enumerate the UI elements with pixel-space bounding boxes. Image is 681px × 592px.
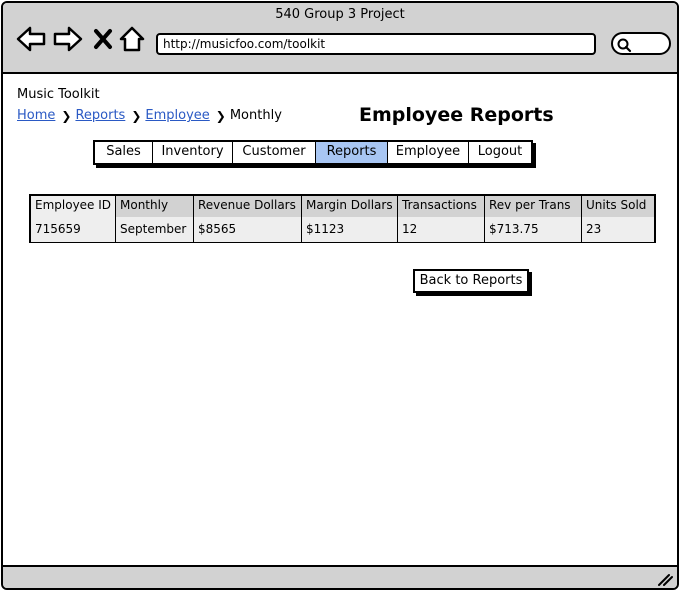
page-title: Employee Reports [359, 104, 554, 126]
employee-report-table: Employee ID Monthly Revenue Dollars Marg… [29, 194, 656, 243]
browser-search-box[interactable] [611, 32, 671, 55]
tab-inventory[interactable]: Inventory [153, 142, 233, 163]
column-header-margin-dollars: Margin Dollars [302, 196, 398, 217]
chevron-right-icon: ❯ [215, 108, 226, 123]
breadcrumb-home[interactable]: Home [17, 108, 55, 123]
cell-revenue-dollars: $8565 [194, 217, 302, 242]
breadcrumb-reports[interactable]: Reports [75, 108, 125, 123]
column-header-units-sold: Units Sold [582, 196, 654, 217]
table-row: 715659 September $8565 $1123 12 $713.75 … [31, 217, 654, 242]
window-title: 540 Group 3 Project [275, 7, 405, 22]
table-header-row: Employee ID Monthly Revenue Dollars Marg… [31, 196, 654, 217]
cell-rev-per-trans: $713.75 [485, 217, 582, 242]
status-bar [3, 565, 677, 588]
column-header-transactions: Transactions [398, 196, 485, 217]
back-arrow-icon[interactable] [16, 25, 46, 53]
column-header-monthly: Monthly [116, 196, 194, 217]
cell-units-sold: 23 [586, 222, 602, 236]
back-to-reports-button[interactable]: Back to Reports [413, 269, 529, 293]
address-bar[interactable]: http://musicfoo.com/toolkit [156, 33, 596, 55]
resize-grip-icon[interactable] [657, 572, 673, 586]
cell-transactions: 12 [398, 217, 485, 242]
main-nav-tabs: Sales Inventory Customer Reports Employe… [93, 140, 533, 165]
cell-margin-dollars: $1123 [302, 217, 398, 242]
home-icon[interactable] [119, 25, 145, 53]
stop-icon[interactable] [92, 25, 114, 53]
breadcrumb: Home ❯ Reports ❯ Employee ❯ Monthly [17, 108, 282, 123]
tab-sales[interactable]: Sales [95, 142, 153, 163]
app-title: Music Toolkit [17, 87, 100, 102]
cell-monthly: September [116, 217, 194, 242]
tab-customer[interactable]: Customer [233, 142, 316, 163]
column-header-rev-per-trans: Rev per Trans [485, 196, 582, 217]
forward-arrow-icon[interactable] [53, 25, 83, 53]
chevron-right-icon: ❯ [61, 108, 72, 123]
browser-window: 540 Group 3 Project http://musicfoo.com/… [1, 1, 679, 590]
breadcrumb-employee[interactable]: Employee [145, 108, 209, 123]
breadcrumb-current: Monthly [229, 108, 282, 123]
tab-logout[interactable]: Logout [469, 142, 531, 163]
column-header-employee-id: Employee ID [31, 196, 116, 217]
browser-chrome: 540 Group 3 Project http://musicfoo.com/… [3, 3, 677, 74]
chevron-right-icon: ❯ [131, 108, 142, 123]
cell-employee-id: 715659 [31, 217, 116, 242]
tab-reports[interactable]: Reports [316, 142, 388, 163]
search-icon [617, 38, 632, 53]
column-header-revenue-dollars: Revenue Dollars [194, 196, 302, 217]
tab-employee[interactable]: Employee [388, 142, 469, 163]
